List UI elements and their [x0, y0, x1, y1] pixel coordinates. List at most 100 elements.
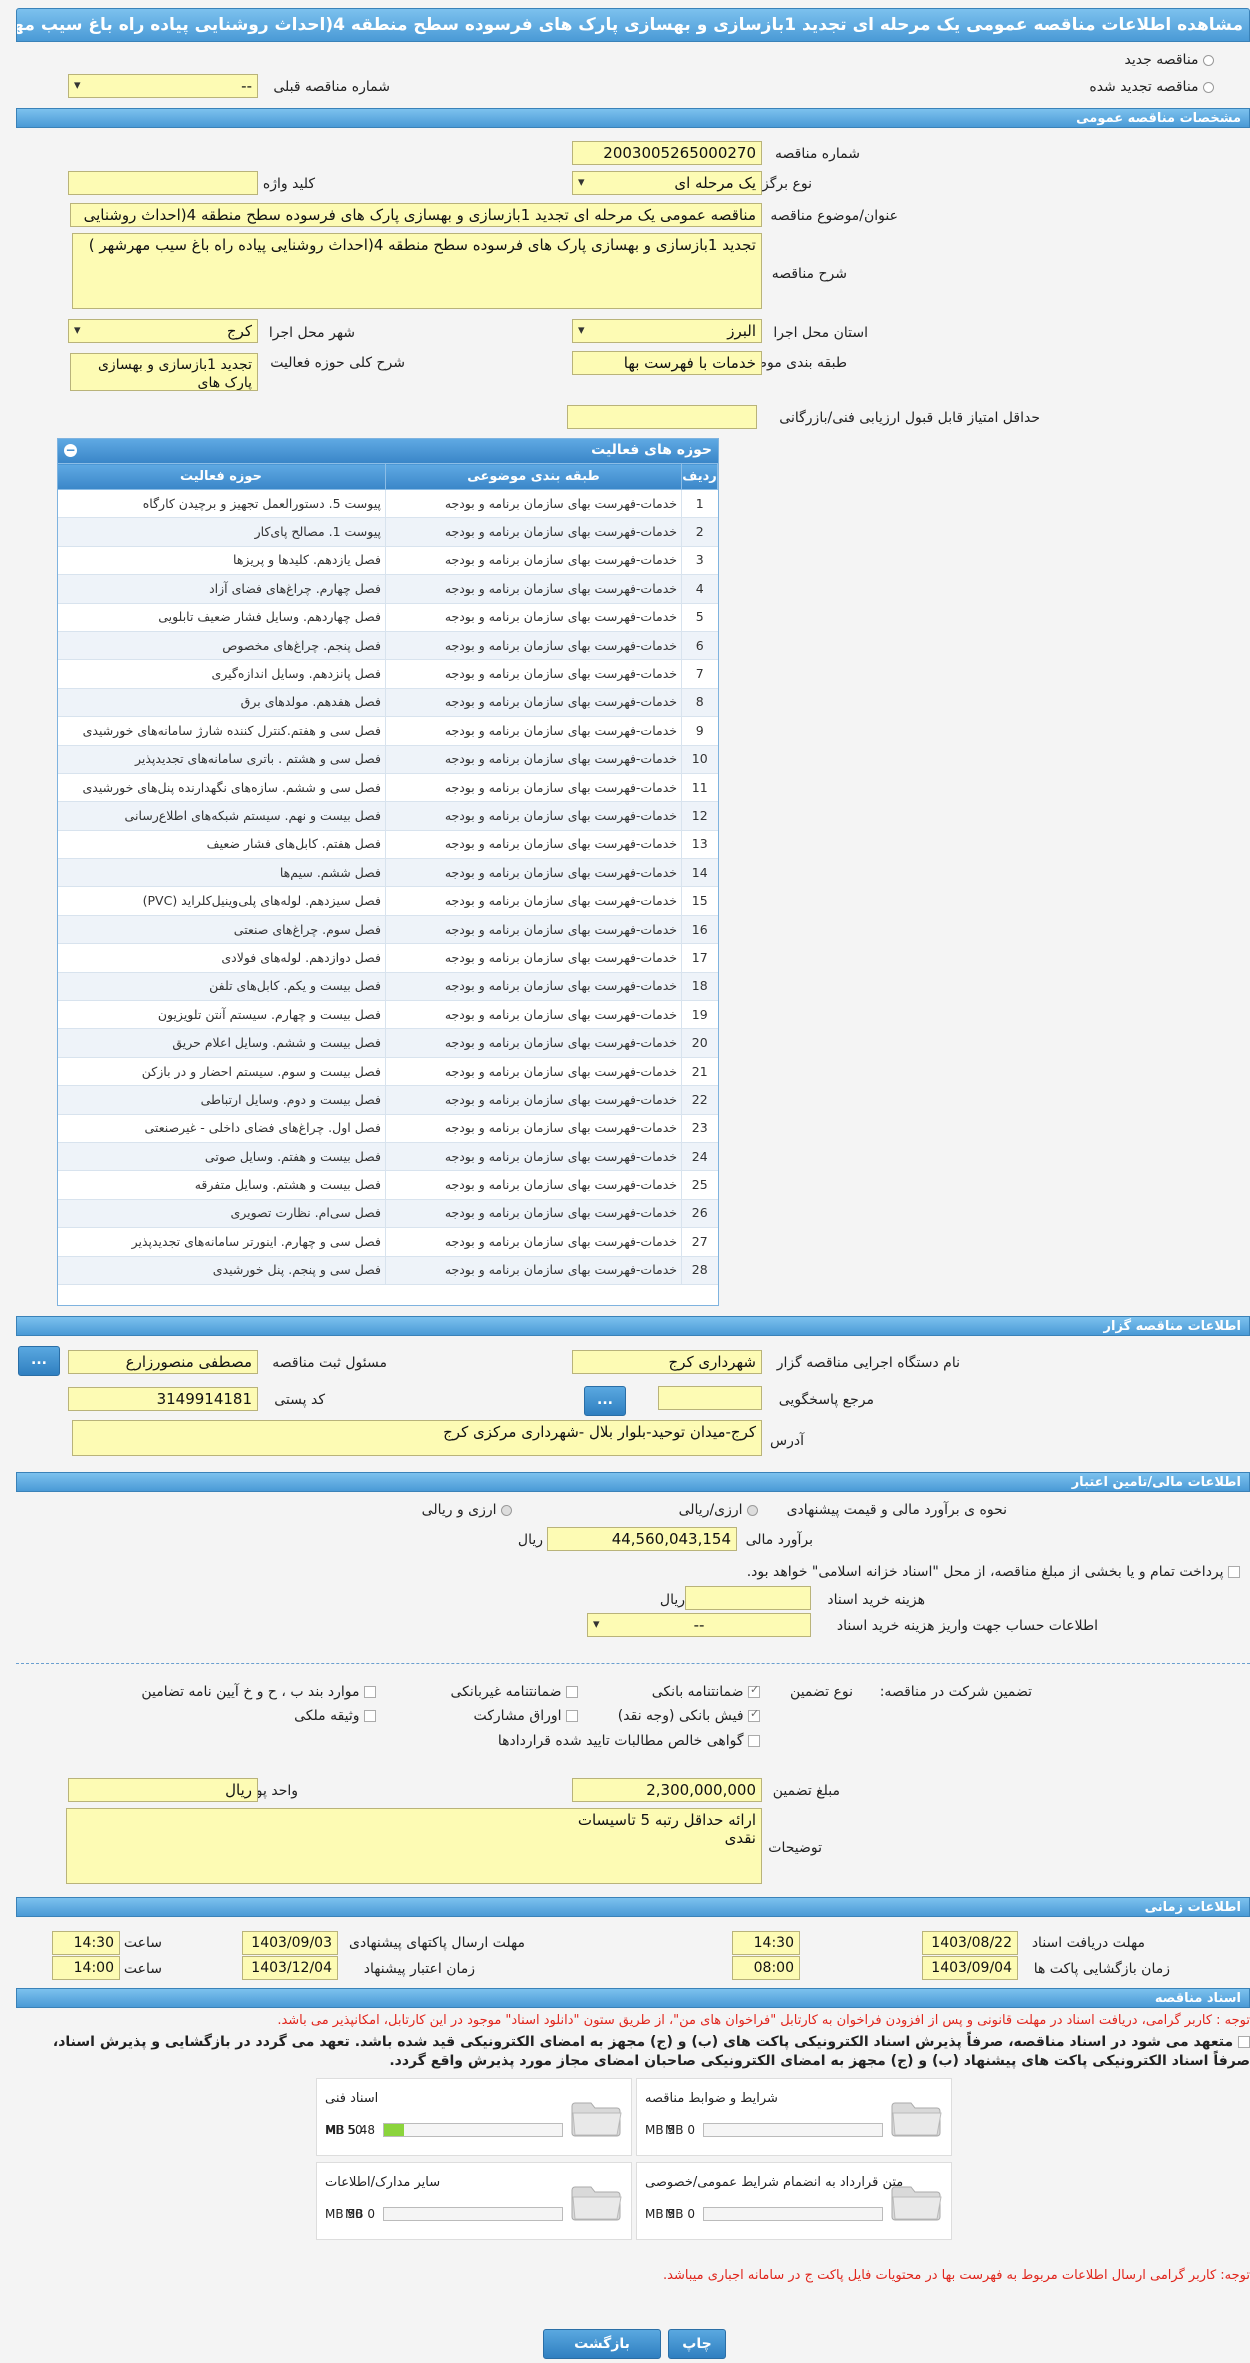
financial-section-header: اطلاعات مالی/تامین اعتبار [16, 1472, 1250, 1492]
row-number: 8 [681, 688, 718, 718]
footer-notice: توجه: کاربر گرامی ارسال اطلاعات مربوط به… [663, 2268, 1250, 2283]
row-number: 25 [681, 1170, 718, 1200]
postal-field: 3149914181 [68, 1387, 258, 1411]
receive-date-field: 1403/08/22 [922, 1931, 1018, 1955]
row-activity: پیوست 5. دستورالعمل تجهیز و برچیدن کارگا… [58, 489, 386, 519]
estimate-method-label: نحوه ی برآورد مالی و قیمت پیشنهادی [786, 1502, 1007, 1518]
row-activity: فصل بیست و ششم. وسایل اعلام حریق [58, 1028, 386, 1058]
row-category: خدمات-فهرست بهای سازمان برنامه و بودجه [385, 1256, 682, 1285]
row-activity: فصل اول. چراغ‌های فضای داخلی - غیرصنعتی [58, 1114, 386, 1143]
row-activity: فصل هفتم. کابل‌های فشار ضعیف [58, 830, 386, 860]
row-category: خدمات-فهرست بهای سازمان برنامه و بودجه [385, 1057, 682, 1087]
doc-fee-field [685, 1586, 811, 1610]
document-tile[interactable]: سایر مدارک/اطلاعات 0 MB 50 MB [316, 2162, 632, 2240]
new-tender-radio[interactable]: مناقصه جدید [1125, 52, 1214, 68]
receive-label: مهلت دریافت اسناد [1031, 1935, 1145, 1951]
row-category: خدمات-فهرست بهای سازمان برنامه و بودجه [385, 1085, 682, 1115]
non-bank-guarantee-label: ضمانتنامه غیربانکی [450, 1684, 562, 1700]
fx-and-rial-radio[interactable]: ارزی و ریالی [422, 1502, 512, 1518]
islamic-bonds-note: پرداخت تمام و یا بخشی از مبلغ مناقصه، از… [746, 1564, 1224, 1580]
row-category: خدمات-فهرست بهای سازمان برنامه و بودجه [385, 745, 682, 774]
collapse-icon[interactable]: − [64, 444, 77, 457]
activities-title-bar: حوزه های فعالیت − [58, 439, 718, 463]
table-row: 5 خدمات-فهرست بهای سازمان برنامه و بودجه ف… [58, 603, 718, 632]
document-tile[interactable]: اسناد فنی 5.48 MB 50 MB [316, 2078, 632, 2156]
bank-guarantee-checkbox[interactable]: ضمانتنامه بانکی [651, 1683, 760, 1700]
document-tile[interactable]: متن قرارداد به انضمام شرایط عمومی/خصوصی 0… [636, 2162, 952, 2240]
upload-progress-fill [384, 2124, 404, 2136]
row-activity: فصل سی و چهارم. اینورتر سامانه‌های تجدید… [58, 1227, 386, 1257]
folder-icon [571, 2177, 623, 2223]
row-category: خدمات-فهرست بهای سازمان برنامه و بودجه [385, 1114, 682, 1143]
submit-time-field: 14:30 [52, 1931, 120, 1955]
upload-progress-bar [383, 2207, 563, 2221]
table-row: 14 خدمات-فهرست بهای سازمان برنامه و بودجه… [58, 858, 718, 888]
city-select[interactable]: کرج [68, 319, 258, 343]
print-button[interactable]: چاپ [668, 2329, 726, 2359]
row-category: خدمات-فهرست بهای سازمان برنامه و بودجه [385, 1199, 682, 1229]
row-activity: فصل سی و پنجم. پنل خورشیدی [58, 1256, 386, 1285]
row-number: 24 [681, 1142, 718, 1172]
type-select[interactable]: یک مرحله ای [572, 171, 762, 195]
estimate-field: 44,560,043,154 [547, 1527, 737, 1551]
row-category: خدمات-فهرست بهای سازمان برنامه و بودجه [385, 631, 682, 661]
document-name: سایر مدارک/اطلاعات [325, 2175, 441, 2190]
activities-title: حوزه های فعالیت [591, 442, 712, 458]
bonds-checkbox[interactable]: اوراق مشارکت [474, 1708, 578, 1724]
subject-label: عنوان/موضوع مناقصه [770, 208, 898, 224]
row-category: خدمات-فهرست بهای سازمان برنامه و بودجه [385, 1142, 682, 1172]
max-size: 5 MB [645, 2207, 676, 2221]
ref-more-button[interactable]: ... [584, 1386, 626, 1416]
document-name: شرایط و ضوابط مناقصه [645, 2091, 778, 2106]
table-row: 8 خدمات-فهرست بهای سازمان برنامه و بودجه ف… [58, 688, 718, 718]
renewed-tender-radio[interactable]: مناقصه تجدید شده [1089, 79, 1214, 95]
min-score-label: حداقل امتیاز قابل قبول ارزیابی فنی/بازرگ… [779, 410, 1040, 426]
receivables-checkbox[interactable]: گواهی خالص مطالبات تایید شده قراردادها [498, 1733, 760, 1749]
row-number: 27 [681, 1227, 718, 1257]
account-select[interactable]: -- [587, 1613, 811, 1637]
activity-desc-label: شرح کلی حوزه فعالیت [270, 355, 405, 371]
row-activity: فصل سیزدهم. لوله‌های پلی‌وینیل‌کلراید (P… [58, 886, 386, 916]
bank-receipt-checkbox[interactable]: فیش بانکی (وجه نقد) [617, 1707, 760, 1724]
document-tile[interactable]: شرایط و ضوابط مناقصه 0 MB 5 MB [636, 2078, 952, 2156]
table-row: 18 خدمات-فهرست بهای سازمان برنامه و بودجه… [58, 972, 718, 1002]
non-bank-guarantee-checkbox[interactable]: ضمانتنامه غیربانکی [450, 1684, 578, 1700]
tender-number-field: 2003005265000270 [572, 141, 762, 165]
rial-fx-radio[interactable]: ارزی/ریالی [679, 1502, 758, 1518]
activities-panel: حوزه های فعالیت − ردیف طبقه بندی موضوعی … [57, 438, 719, 1306]
row-number: 5 [681, 603, 718, 632]
table-row: 2 خدمات-فهرست بهای سازمان برنامه و بودجه پ… [58, 517, 718, 547]
clause-items-checkbox[interactable]: موارد بند ب ، ح و خ آیین نامه تضامین [141, 1684, 376, 1700]
doc-fee-unit: ریال [659, 1592, 685, 1608]
row-activity: فصل سی و ششم. سازه‌های نگهدارنده پنل‌های… [58, 773, 386, 803]
row-activity: فصل چهاردهم. وسایل فشار ضعیف تابلویی [58, 603, 386, 632]
row-activity: فصل سوم. چراغ‌های صنعتی [58, 915, 386, 945]
row-activity: فصل بیست و هشتم. وسایل متفرقه [58, 1170, 386, 1200]
property-checkbox[interactable]: وثیقه ملکی [294, 1708, 376, 1724]
row-category: خدمات-فهرست بهای سازمان برنامه و بودجه [385, 886, 682, 916]
table-row: 22 خدمات-فهرست بهای سازمان برنامه و بودجه… [58, 1085, 718, 1115]
description-label: شرح مناقصه [771, 266, 847, 282]
row-activity: فصل بیست و هفتم. وسایل صوتی [58, 1142, 386, 1172]
bank-receipt-label: فیش بانکی (وجه نقد) [617, 1708, 744, 1724]
keyword-field[interactable] [68, 171, 258, 195]
province-select[interactable]: البرز [572, 319, 762, 343]
row-activity: فصل سی‌ام. نظارت تصویری [58, 1199, 386, 1229]
table-row: 27 خدمات-فهرست بهای سازمان برنامه و بودجه… [58, 1227, 718, 1257]
document-name: اسناد فنی [325, 2091, 379, 2106]
bank-guarantee-label: ضمانتنامه بانکی [651, 1684, 744, 1700]
row-category: خدمات-فهرست بهای سازمان برنامه و بودجه [385, 801, 682, 831]
prev-number-select[interactable]: -- [68, 74, 258, 98]
back-button[interactable]: بازگشت [543, 2329, 661, 2359]
max-size: 50 MB [325, 2123, 363, 2137]
ref-field [658, 1386, 762, 1410]
ref-label: مرجع پاسخگویی [778, 1392, 874, 1408]
registrar-more-button[interactable]: ... [18, 1346, 60, 1376]
validity-time-field: 14:00 [52, 1956, 120, 1980]
islamic-bonds-checkbox[interactable]: پرداخت تمام و یا بخشی از مبلغ مناقصه، از… [747, 1564, 1240, 1580]
rial-fx-label: ارزی/ریالی [678, 1502, 743, 1518]
row-activity: فصل پنجم. چراغ‌های مخصوص [58, 631, 386, 661]
org-field: شهرداری کرج [572, 1350, 762, 1374]
submit-date-field: 1403/09/03 [242, 1931, 338, 1955]
tender-page: مشاهده اطلاعات مناقصه عمومی یک مرحله ای … [0, 0, 1250, 2363]
